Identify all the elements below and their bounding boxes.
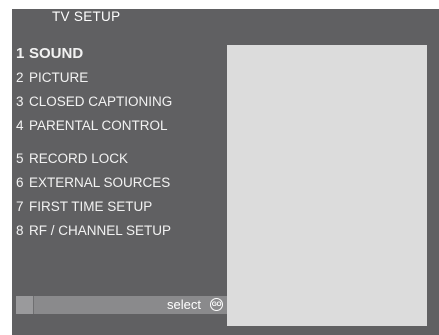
menu-divider-gap bbox=[16, 138, 226, 147]
menu-item-number: 2 bbox=[16, 70, 24, 85]
menu-item-label: RF / CHANNEL SETUP bbox=[29, 223, 172, 238]
menu-item-label: SOUND bbox=[29, 45, 84, 62]
go-button-icon[interactable]: GO bbox=[210, 298, 223, 311]
menu-item-number: 5 bbox=[16, 151, 24, 166]
menu-item-sound[interactable]: 1 SOUND bbox=[16, 42, 226, 66]
menu-item-picture[interactable]: 2 PICTURE bbox=[16, 66, 226, 90]
menu-item-parental-control[interactable]: 4 PARENTAL CONTROL bbox=[16, 114, 226, 138]
footer-indicator bbox=[16, 296, 34, 314]
menu-item-label: CLOSED CAPTIONING bbox=[29, 94, 173, 109]
menu-item-rf-channel-setup[interactable]: 8 RF / CHANNEL SETUP bbox=[16, 219, 226, 243]
menu-item-number: 6 bbox=[16, 175, 24, 190]
menu-item-number: 4 bbox=[16, 118, 24, 133]
menu-item-label: PARENTAL CONTROL bbox=[29, 118, 168, 133]
menu-item-number: 3 bbox=[16, 94, 24, 109]
menu-item-label: EXTERNAL SOURCES bbox=[29, 175, 171, 190]
menu-item-label: RECORD LOCK bbox=[29, 151, 129, 166]
tv-setup-screen: TV SETUP 1 SOUND 2 PICTURE 3 CLOSED CAPT… bbox=[0, 0, 439, 335]
menu-item-first-time-setup[interactable]: 7 FIRST TIME SETUP bbox=[16, 195, 226, 219]
footer-bar: select GO bbox=[16, 296, 227, 314]
menu-item-number: 7 bbox=[16, 199, 24, 214]
menu-title: TV SETUP bbox=[52, 9, 121, 24]
menu-item-label: PICTURE bbox=[29, 70, 89, 85]
menu-item-number: 1 bbox=[16, 45, 25, 62]
select-hint-label: select bbox=[167, 297, 201, 312]
menu-item-record-lock[interactable]: 5 RECORD LOCK bbox=[16, 147, 226, 171]
menu-item-label: FIRST TIME SETUP bbox=[29, 199, 153, 214]
menu-item-external-sources[interactable]: 6 EXTERNAL SOURCES bbox=[16, 171, 226, 195]
menu-item-closed-captioning[interactable]: 3 CLOSED CAPTIONING bbox=[16, 90, 226, 114]
setup-menu: 1 SOUND 2 PICTURE 3 CLOSED CAPTIONING 4 … bbox=[16, 42, 226, 243]
menu-item-number: 8 bbox=[16, 223, 24, 238]
preview-area bbox=[227, 45, 427, 326]
